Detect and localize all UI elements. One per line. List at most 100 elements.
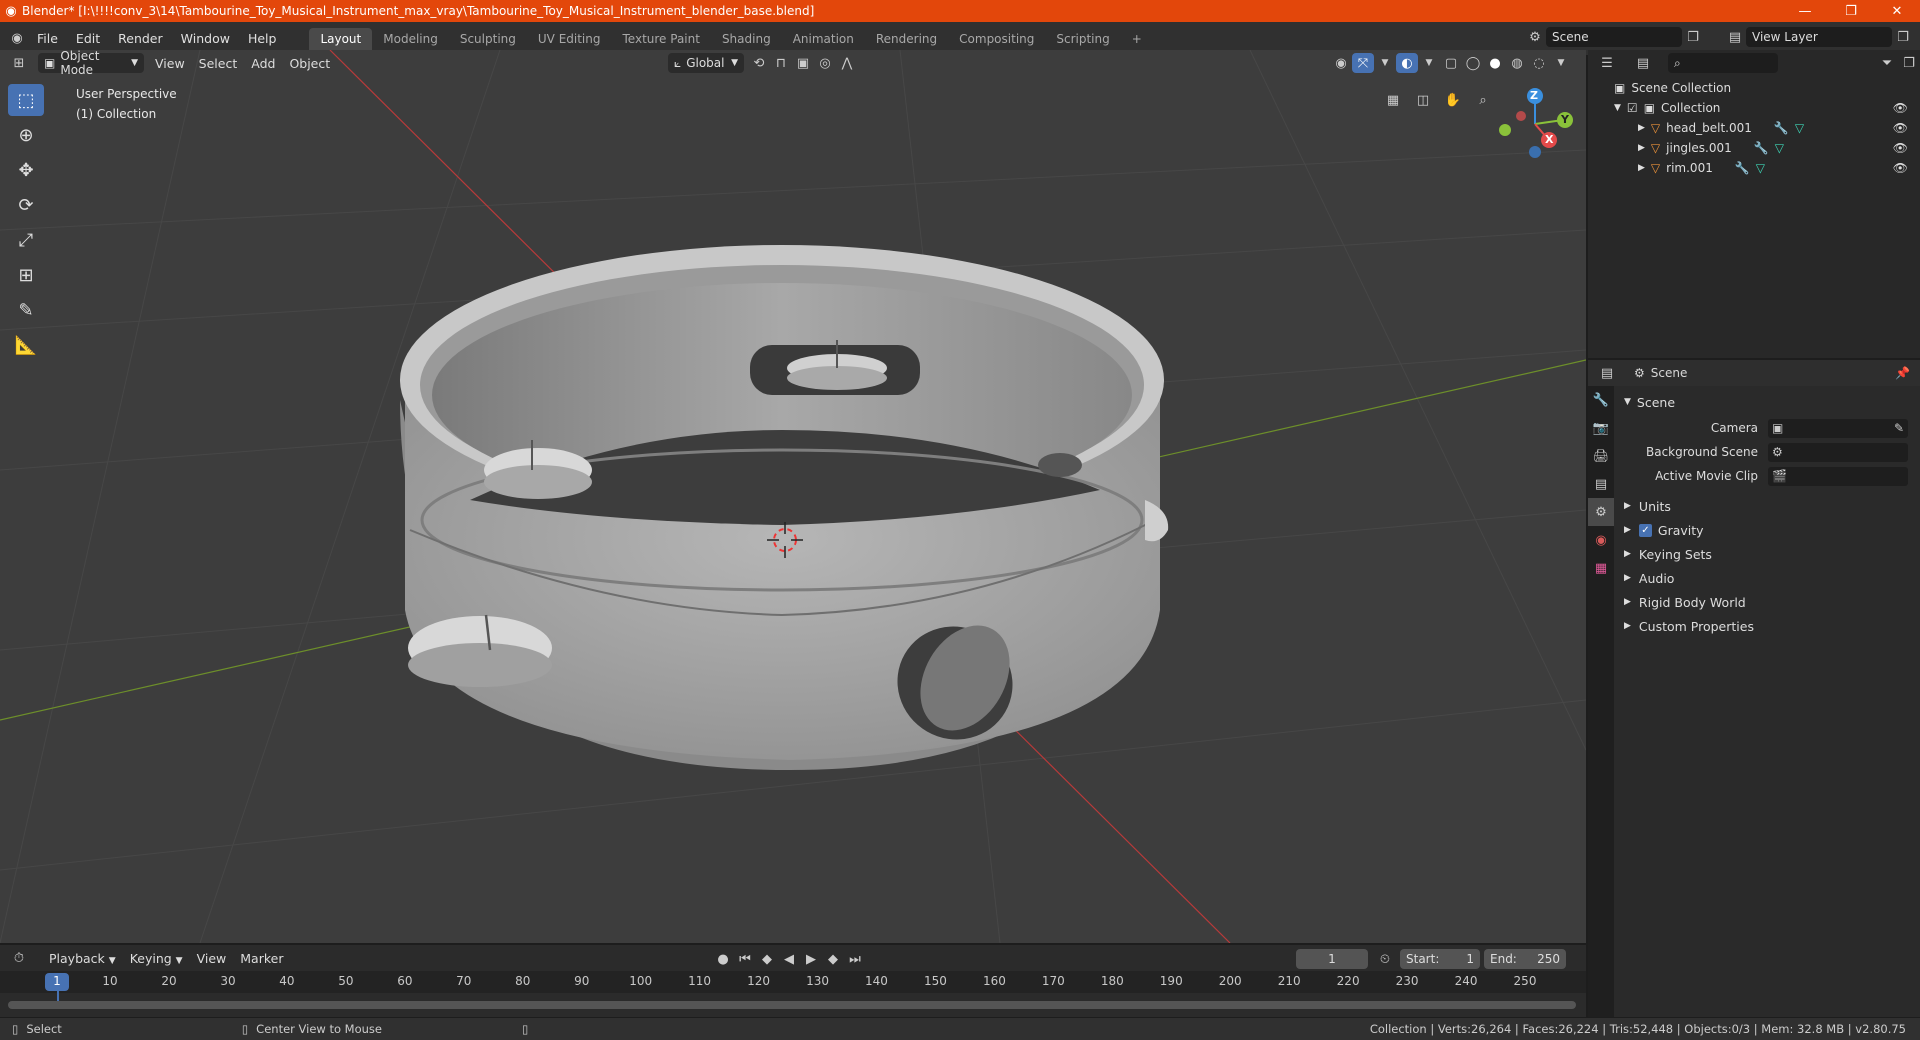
output-tab-icon[interactable]: 🖨 — [1588, 442, 1614, 470]
tab-rendering[interactable]: Rendering — [865, 28, 948, 50]
prev-keyframe-icon[interactable]: ◆ — [756, 949, 778, 969]
timeline-menu-playback[interactable]: Playback ▼ — [42, 951, 123, 966]
clock-icon[interactable]: ⏲ — [1374, 949, 1396, 969]
measure-tool-icon[interactable]: 📐 — [8, 329, 44, 361]
blender-menu-icon[interactable]: ◉ — [6, 29, 28, 49]
expand-arrow-icon[interactable]: ▼ — [1614, 103, 1621, 113]
new-view-layer-icon[interactable]: ❐ — [1892, 27, 1914, 47]
active-movie-clip-field[interactable]: 🎬 — [1768, 466, 1908, 486]
viewport-menu-add[interactable]: Add — [244, 56, 282, 71]
record-icon[interactable]: ● — [712, 949, 734, 969]
background-scene-field[interactable]: ⚙ — [1768, 442, 1908, 462]
snap-target-icon[interactable]: ▣ — [792, 53, 814, 73]
menu-render[interactable]: Render — [109, 28, 172, 50]
rigid-body-world-panel[interactable]: ▶ Rigid Body World — [1618, 590, 1916, 614]
next-keyframe-icon[interactable]: ◆ — [822, 949, 844, 969]
world-tab-icon[interactable]: ◉ — [1588, 526, 1614, 554]
outliner-object-row[interactable]: ▶ ▽ jingles.001 🔧 ▽ 👁 — [1588, 138, 1920, 158]
end-frame-field[interactable]: End: 250 — [1484, 949, 1566, 969]
annotate-tool-icon[interactable]: ✎ — [8, 294, 44, 326]
timeline-menu-view[interactable]: View — [190, 951, 234, 966]
outliner-object-row[interactable]: ▶ ▽ head_belt.001 🔧 ▽ 👁 — [1588, 118, 1920, 138]
start-frame-field[interactable]: Start: 1 — [1400, 949, 1480, 969]
tab-layout[interactable]: Layout — [309, 27, 373, 50]
wireframe-shading-icon[interactable]: ◯ — [1462, 53, 1484, 73]
select-box-tool-icon[interactable]: ⬚ — [8, 84, 44, 116]
tab-uv-editing[interactable]: UV Editing — [527, 28, 612, 50]
viewport-menu-view[interactable]: View — [148, 56, 192, 71]
pivot-point-icon[interactable]: ⟲ — [748, 53, 770, 73]
eyedropper-icon[interactable]: ✎ — [1894, 421, 1904, 435]
tab-animation[interactable]: Animation — [782, 28, 865, 50]
scene-icon[interactable]: ⚙ — [1524, 27, 1546, 47]
move-tool-icon[interactable]: ✥ — [8, 154, 44, 186]
camera-view-icon[interactable]: ◫ — [1412, 90, 1434, 110]
current-frame-field[interactable]: 1 — [1296, 949, 1368, 969]
keying-sets-panel[interactable]: ▶ Keying Sets — [1618, 542, 1916, 566]
tool-tab-icon[interactable]: 🔧 — [1588, 386, 1614, 414]
expand-arrow-icon[interactable]: ▶ — [1638, 163, 1645, 173]
overlay-toggle-icon[interactable]: ◐ — [1396, 53, 1418, 73]
maximize-button[interactable]: ❐ — [1828, 0, 1874, 22]
solid-shading-icon[interactable]: ● — [1484, 53, 1506, 73]
properties-editor-icon[interactable]: ▤ — [1596, 363, 1618, 383]
gravity-panel[interactable]: ▶ ✓ Gravity — [1618, 518, 1916, 542]
rendered-shading-icon[interactable]: ◌ — [1528, 53, 1550, 73]
menu-window[interactable]: Window — [172, 28, 239, 50]
scale-tool-icon[interactable]: ⤢ — [8, 224, 44, 256]
display-mode-icon[interactable]: ▤ — [1632, 53, 1654, 73]
eye-icon[interactable]: 👁 — [1893, 121, 1908, 135]
collection-checkbox[interactable]: ☑ — [1627, 101, 1638, 115]
view-layer-selector[interactable]: View Layer — [1746, 27, 1892, 47]
units-panel[interactable]: ▶ Units — [1618, 494, 1916, 518]
expand-arrow-icon[interactable]: ▶ — [1638, 143, 1645, 153]
viewport-scene[interactable] — [0, 50, 1586, 943]
audio-panel[interactable]: ▶ Audio — [1618, 566, 1916, 590]
eye-icon[interactable]: 👁 — [1893, 101, 1908, 115]
zoom-view-icon[interactable]: ⌕ — [1472, 90, 1494, 110]
gizmo-toggle-icon[interactable]: ⤧ — [1352, 53, 1374, 73]
chevron-down-icon[interactable]: ▼ — [1418, 53, 1440, 73]
xray-toggle-icon[interactable]: ▢ — [1440, 53, 1462, 73]
viewport-menu-select[interactable]: Select — [192, 56, 245, 71]
menu-help[interactable]: Help — [239, 28, 286, 50]
texture-tab-icon[interactable]: ▦ — [1588, 554, 1614, 582]
timeline-menu-keying[interactable]: Keying ▼ — [123, 951, 190, 966]
view-layer-icon[interactable]: ▤ — [1724, 27, 1746, 47]
timeline-menu-marker[interactable]: Marker — [233, 951, 290, 966]
minimize-button[interactable]: — — [1782, 0, 1828, 22]
close-button[interactable]: ✕ — [1874, 0, 1920, 22]
snap-icon[interactable]: ⊓ — [770, 53, 792, 73]
eye-icon[interactable]: 👁 — [1893, 141, 1908, 155]
tab-scripting[interactable]: Scripting — [1045, 28, 1120, 50]
outliner-search-input[interactable]: ⌕ — [1668, 53, 1778, 73]
outliner-scene-collection[interactable]: ▣ Scene Collection — [1588, 78, 1920, 98]
tab-texture-paint[interactable]: Texture Paint — [612, 28, 711, 50]
play-icon[interactable]: ▶ — [800, 949, 822, 969]
chevron-down-icon[interactable]: ▼ — [1550, 53, 1572, 73]
pan-view-icon[interactable]: ✋ — [1442, 90, 1464, 110]
transform-orientation-dropdown[interactable]: ⟀ Global ▼ — [668, 53, 744, 73]
toggle-perspective-icon[interactable]: ▦ — [1382, 90, 1404, 110]
timeline-editor-icon[interactable]: ⏱ — [8, 948, 30, 968]
3d-viewport[interactable]: Z Y X ⊞ ▣ Object Mode ▼ View Select Add … — [0, 50, 1586, 943]
pin-icon[interactable]: 📌 — [1895, 366, 1910, 380]
expand-arrow-icon[interactable]: ▶ — [1638, 123, 1645, 133]
menu-file[interactable]: File — [28, 28, 67, 50]
new-collection-icon[interactable]: ❐ — [1898, 53, 1920, 73]
custom-properties-panel[interactable]: ▶ Custom Properties — [1618, 614, 1916, 638]
material-shading-icon[interactable]: ◍ — [1506, 53, 1528, 73]
object-mode-dropdown[interactable]: ▣ Object Mode ▼ — [38, 50, 144, 77]
chevron-down-icon[interactable]: ▼ — [1374, 53, 1396, 73]
view-layer-tab-icon[interactable]: ▤ — [1588, 470, 1614, 498]
timeline-scrollbar[interactable] — [8, 1001, 1576, 1009]
viewport-menu-object[interactable]: Object — [282, 56, 337, 71]
scene-panel-header[interactable]: ▼ Scene — [1618, 390, 1916, 414]
tab-modeling[interactable]: Modeling — [372, 28, 449, 50]
render-tab-icon[interactable]: 📷 — [1588, 414, 1614, 442]
falloff-icon[interactable]: ⋀ — [836, 53, 858, 73]
scene-selector[interactable]: Scene — [1546, 27, 1682, 47]
proportional-edit-icon[interactable]: ◎ — [814, 53, 836, 73]
menu-edit[interactable]: Edit — [67, 28, 109, 50]
play-reverse-icon[interactable]: ◀ — [778, 949, 800, 969]
